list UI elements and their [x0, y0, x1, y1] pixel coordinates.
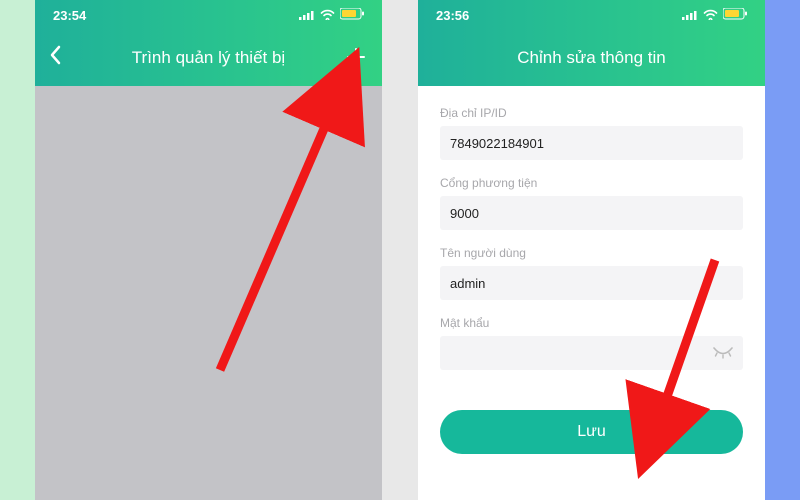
empty-device-list	[35, 86, 382, 500]
battery-icon	[723, 8, 747, 23]
port-input[interactable]	[440, 196, 743, 230]
battery-icon	[340, 8, 364, 23]
status-indicators	[682, 8, 747, 23]
username-input[interactable]	[440, 266, 743, 300]
port-label: Cổng phương tiện	[440, 176, 743, 190]
title-bar-left: Trình quản lý thiết bị	[35, 30, 382, 86]
decorative-strip-left	[0, 0, 35, 500]
password-label: Mật khẩu	[440, 316, 743, 330]
page-title: Chỉnh sửa thông tin	[517, 48, 665, 68]
header-left: 23:54 Trình quản lý thiết bị	[35, 0, 382, 86]
status-indicators	[299, 8, 364, 23]
status-time: 23:54	[53, 8, 86, 23]
wifi-icon	[320, 8, 335, 23]
back-icon[interactable]	[49, 44, 61, 72]
save-button[interactable]: Lưu	[440, 410, 743, 454]
phone-screen-left: 23:54 Trình quản lý thiết bị	[35, 0, 382, 500]
ip-label: Địa chỉ IP/ID	[440, 106, 743, 120]
password-input[interactable]	[440, 336, 743, 370]
header-right: 23:56 Chỉnh sửa thông tin	[418, 0, 765, 86]
title-bar-right: Chỉnh sửa thông tin	[418, 30, 765, 86]
ip-input[interactable]	[440, 126, 743, 160]
edit-form: Địa chỉ IP/ID Cổng phương tiện Tên người…	[418, 86, 765, 500]
username-label: Tên người dùng	[440, 246, 743, 260]
phone-screen-right: 23:56 Chỉnh sửa thông tin Địa chỉ IP/ID …	[418, 0, 765, 500]
page-title: Trình quản lý thiết bị	[132, 48, 285, 68]
signal-icon	[299, 8, 315, 23]
toggle-password-visibility-icon[interactable]	[713, 343, 733, 363]
signal-icon	[682, 8, 698, 23]
status-bar: 23:54	[35, 0, 382, 30]
status-bar: 23:56	[418, 0, 765, 30]
add-button[interactable]	[346, 42, 366, 74]
status-time: 23:56	[436, 8, 469, 23]
decorative-strip-right	[765, 0, 800, 500]
wifi-icon	[703, 8, 718, 23]
